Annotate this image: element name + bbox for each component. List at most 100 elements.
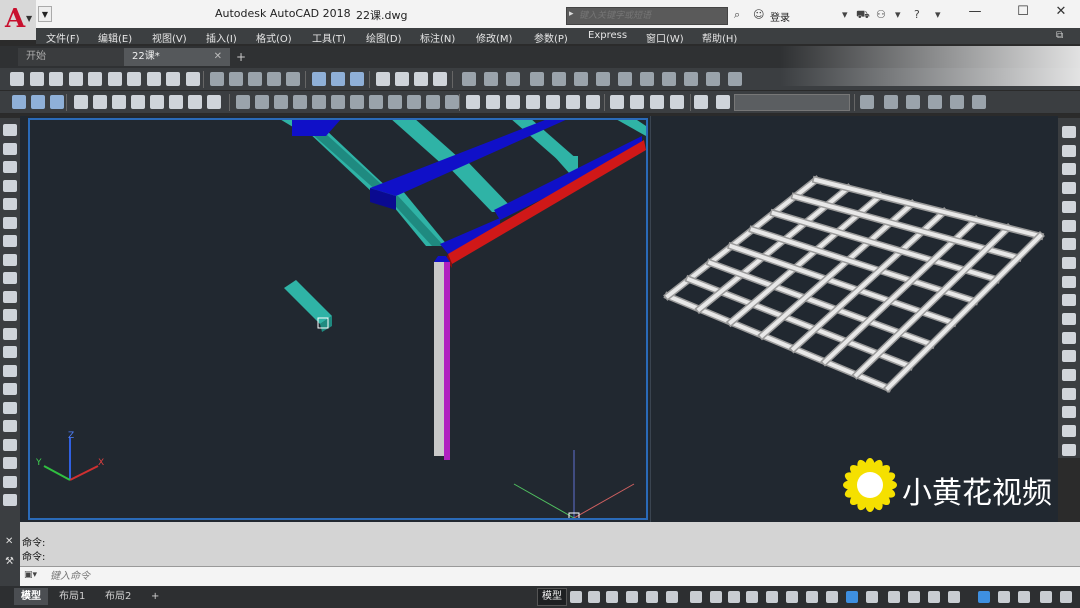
maximize-icon[interactable]: ☐ <box>1008 4 1038 22</box>
view-preset-icon[interactable] <box>526 95 540 109</box>
solid-edit-icon[interactable] <box>248 72 262 86</box>
ucs-tool-icon[interactable] <box>188 95 202 109</box>
status-toggle-icon[interactable] <box>786 591 798 603</box>
modify-tool-icon[interactable] <box>1062 126 1076 138</box>
tab-model[interactable]: 模型 <box>14 588 48 605</box>
view-preset-icon[interactable] <box>610 95 624 109</box>
menu-tools[interactable]: 工具(T) <box>312 30 346 45</box>
help-search-box[interactable]: ▸ <box>566 7 728 25</box>
ucs-tool-icon[interactable] <box>74 95 88 109</box>
dimension-tool-icon[interactable] <box>662 72 676 86</box>
ucs-tool-icon[interactable] <box>150 95 164 109</box>
close-tab-icon[interactable]: ✕ <box>214 48 222 66</box>
draw-tool-icon[interactable] <box>3 291 17 303</box>
modeling-tool-icon[interactable] <box>186 72 200 86</box>
solid-tool-icon[interactable] <box>236 95 250 109</box>
modeling-tool-icon[interactable] <box>88 72 102 86</box>
boolean-icon[interactable] <box>350 72 364 86</box>
dimension-tool-icon[interactable] <box>462 72 476 86</box>
minimize-icon[interactable]: — <box>960 4 990 22</box>
draw-tool-icon[interactable] <box>3 328 17 340</box>
view-tool-icon[interactable] <box>433 72 447 86</box>
modify-tool-icon[interactable] <box>1062 201 1076 213</box>
dimension-tool-icon[interactable] <box>684 72 698 86</box>
draw-tool-icon[interactable] <box>3 439 17 451</box>
modify-tool-icon[interactable] <box>1062 276 1076 288</box>
boolean-icon[interactable] <box>312 72 326 86</box>
draw-tool-icon[interactable] <box>3 457 17 469</box>
tab-layout2[interactable]: 布局2 <box>98 588 138 605</box>
active-viewport[interactable]: Z Y X <box>28 118 648 522</box>
new-tab-icon[interactable]: + <box>234 50 248 64</box>
ucs-tool-icon[interactable] <box>131 95 145 109</box>
dimension-tool-icon[interactable] <box>506 72 520 86</box>
dimension-tool-icon[interactable] <box>596 72 610 86</box>
status-toggle-icon[interactable] <box>626 591 638 603</box>
modify-tool-icon[interactable] <box>1062 238 1076 250</box>
modeling-tool-icon[interactable] <box>108 72 122 86</box>
draw-tool-icon[interactable] <box>3 254 17 266</box>
draw-tool-icon[interactable] <box>3 217 17 229</box>
solid-tool-icon[interactable] <box>255 95 269 109</box>
visual-style-icon[interactable] <box>884 95 898 109</box>
boolean-icon[interactable] <box>331 72 345 86</box>
status-toggle-icon[interactable] <box>766 591 778 603</box>
dimension-tool-icon[interactable] <box>640 72 654 86</box>
modeling-tool-icon[interactable] <box>166 72 180 86</box>
menu-draw[interactable]: 绘图(D) <box>366 30 402 45</box>
status-toggle-icon[interactable] <box>826 591 838 603</box>
modify-tool-icon[interactable] <box>1062 406 1076 418</box>
status-toggle-icon[interactable] <box>606 591 618 603</box>
draw-tool-icon[interactable] <box>3 346 17 358</box>
draw-tool-icon[interactable] <box>3 365 17 377</box>
status-toggle-icon[interactable] <box>666 591 678 603</box>
solid-tool-icon[interactable] <box>388 95 402 109</box>
solid-tool-icon[interactable] <box>331 95 345 109</box>
menu-insert[interactable]: 插入(I) <box>206 30 237 45</box>
menu-format[interactable]: 格式(O) <box>256 30 292 45</box>
modify-tool-icon[interactable] <box>1062 182 1076 194</box>
dimension-tool-icon[interactable] <box>552 72 566 86</box>
tab-layout1[interactable]: 布局1 <box>52 588 92 605</box>
modify-tool-icon[interactable] <box>1062 332 1076 344</box>
cart-icon[interactable]: ⛟ <box>856 8 870 23</box>
close-icon[interactable]: ✕ <box>5 536 13 547</box>
status-toggle-icon[interactable] <box>588 591 600 603</box>
ucs-tool-icon[interactable] <box>93 95 107 109</box>
solid-tool-icon[interactable] <box>274 95 288 109</box>
modeling-tool-icon[interactable] <box>10 72 24 86</box>
draw-tool-icon[interactable] <box>3 180 17 192</box>
solid-tool-icon[interactable] <box>293 95 307 109</box>
dimension-tool-icon[interactable] <box>530 72 544 86</box>
view-preset-icon[interactable] <box>586 95 600 109</box>
ucs-icon[interactable] <box>50 95 64 109</box>
view-preset-icon[interactable] <box>670 95 684 109</box>
draw-tool-icon[interactable] <box>3 272 17 284</box>
dimension-tool-icon[interactable] <box>574 72 588 86</box>
command-window-handle[interactable]: ✕ ⚒ <box>0 522 20 586</box>
view-preset-icon[interactable] <box>630 95 644 109</box>
draw-tool-icon[interactable] <box>3 124 17 136</box>
status-toggle-icon[interactable] <box>1040 591 1052 603</box>
solid-edit-icon[interactable] <box>210 72 224 86</box>
modify-tool-icon[interactable] <box>1062 163 1076 175</box>
binoculars-icon[interactable]: ⌕ <box>734 8 740 22</box>
view-preset-icon[interactable] <box>466 95 480 109</box>
status-toggle-icon[interactable] <box>806 591 818 603</box>
modeling-tool-icon[interactable] <box>127 72 141 86</box>
modify-tool-icon[interactable] <box>1062 257 1076 269</box>
ucs-icon[interactable] <box>31 95 45 109</box>
modify-tool-icon[interactable] <box>1062 369 1076 381</box>
status-toggle-icon[interactable] <box>866 591 878 603</box>
view-tool-icon[interactable] <box>414 72 428 86</box>
login-link[interactable]: 登录 <box>770 9 790 24</box>
menu-restore-icon[interactable]: ⧉ <box>1056 30 1063 41</box>
status-toggle-icon[interactable] <box>948 591 960 603</box>
draw-tool-icon[interactable] <box>3 143 17 155</box>
status-toggle-icon[interactable] <box>746 591 758 603</box>
modify-tool-icon[interactable] <box>1062 294 1076 306</box>
close-icon[interactable]: ✕ <box>1046 4 1076 22</box>
view-tool-icon[interactable] <box>376 72 390 86</box>
solid-tool-icon[interactable] <box>407 95 421 109</box>
status-toggle-icon[interactable] <box>908 591 920 603</box>
